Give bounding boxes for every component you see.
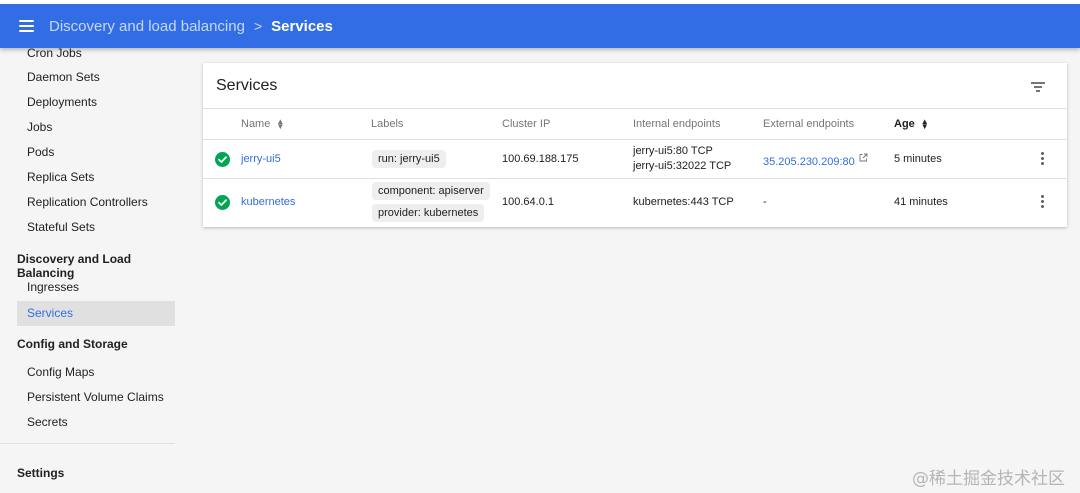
internal-endpoint: jerry-ui5:32022 TCP (633, 160, 732, 172)
cluster-ip: 100.64.0.1 (502, 196, 554, 208)
sidebar-item-services[interactable]: Services (17, 301, 175, 326)
card-title: Services (216, 77, 278, 94)
sidebar-item-pods[interactable]: Pods (17, 140, 175, 165)
breadcrumb-separator: > (253, 18, 263, 34)
more-vert-icon[interactable] (1041, 152, 1045, 166)
external-endpoint: - (763, 196, 767, 208)
label-chip: run: jerry-ui5 (372, 150, 446, 168)
sidebar-divider (0, 443, 175, 444)
open-in-new-icon (859, 153, 868, 162)
sidebar-item-persistent-volume-claims[interactable]: Persistent Volume Claims (17, 385, 175, 410)
age: 5 minutes (894, 153, 942, 165)
check-circle-icon (215, 195, 230, 210)
sidebar-item-daemon-sets[interactable]: Daemon Sets (17, 65, 175, 90)
sidebar-item-jobs[interactable]: Jobs (17, 115, 175, 140)
page-title: Services (271, 17, 333, 35)
sidebar-item-replica-sets[interactable]: Replica Sets (17, 165, 175, 190)
sidebar-section-config[interactable]: Config and Storage (17, 337, 128, 351)
sidebar-item-stateful-sets[interactable]: Stateful Sets (17, 215, 175, 240)
sidebar-item-deployments[interactable]: Deployments (17, 90, 175, 115)
sidebar-item-config-maps[interactable]: Config Maps (17, 360, 175, 385)
table-row: kubernetes component: apiserver provider… (203, 179, 1067, 227)
column-header-age[interactable]: Age ▲ ▼ (894, 109, 929, 140)
internal-endpoint: kubernetes:443 TCP (633, 196, 734, 208)
service-name-link[interactable]: kubernetes (241, 196, 295, 208)
column-header-internal-endpoints: Internal endpoints (633, 118, 721, 130)
sort-icon: ▲ ▼ (276, 117, 285, 132)
breadcrumb-parent[interactable]: Discovery and load balancing (49, 18, 245, 35)
sidebar-item-secrets[interactable]: Secrets (17, 410, 175, 435)
sort-icon: ▲ ▼ (920, 117, 929, 132)
watermark: @稀土掘金技术社区 (912, 469, 1065, 489)
column-header-cluster-ip: Cluster IP (502, 118, 551, 130)
cluster-ip: 100.69.188.175 (502, 153, 579, 165)
sidebar-item-replication-controllers[interactable]: Replication Controllers (17, 190, 175, 215)
services-card: Services Name ▲ ▼ Labels Cluster IP Intern… (203, 63, 1067, 227)
hamburger-menu-icon[interactable] (19, 20, 34, 32)
table-header: Name ▲ ▼ Labels Cluster IP Internal endpoi… (203, 108, 1067, 140)
check-circle-icon (215, 152, 230, 167)
internal-endpoint: jerry-ui5:80 TCP (633, 145, 713, 157)
filter-list-icon[interactable] (1031, 81, 1045, 93)
table-row: jerry-ui5 run: jerry-ui5 100.69.188.175 … (203, 140, 1067, 179)
column-header-name[interactable]: Name ▲ ▼ (241, 109, 284, 140)
top-bar: Discovery and load balancing > Services (0, 4, 1080, 48)
sidebar-item-ingresses[interactable]: Ingresses (17, 275, 175, 300)
column-header-labels: Labels (371, 118, 404, 130)
sidebar-item-settings[interactable]: Settings (17, 466, 64, 480)
sidebar: Cron Jobs Daemon Sets Deployments Jobs P… (0, 46, 175, 493)
column-header-external-endpoints: External endpoints (763, 118, 855, 130)
age: 41 minutes (894, 196, 948, 208)
label-chip: provider: kubernetes (372, 204, 485, 222)
more-vert-icon[interactable] (1041, 195, 1045, 209)
service-name-link[interactable]: jerry-ui5 (241, 153, 281, 165)
external-endpoint-link[interactable]: 35.205.230.209:80 (763, 153, 868, 168)
label-chip: component: apiserver (372, 182, 490, 200)
